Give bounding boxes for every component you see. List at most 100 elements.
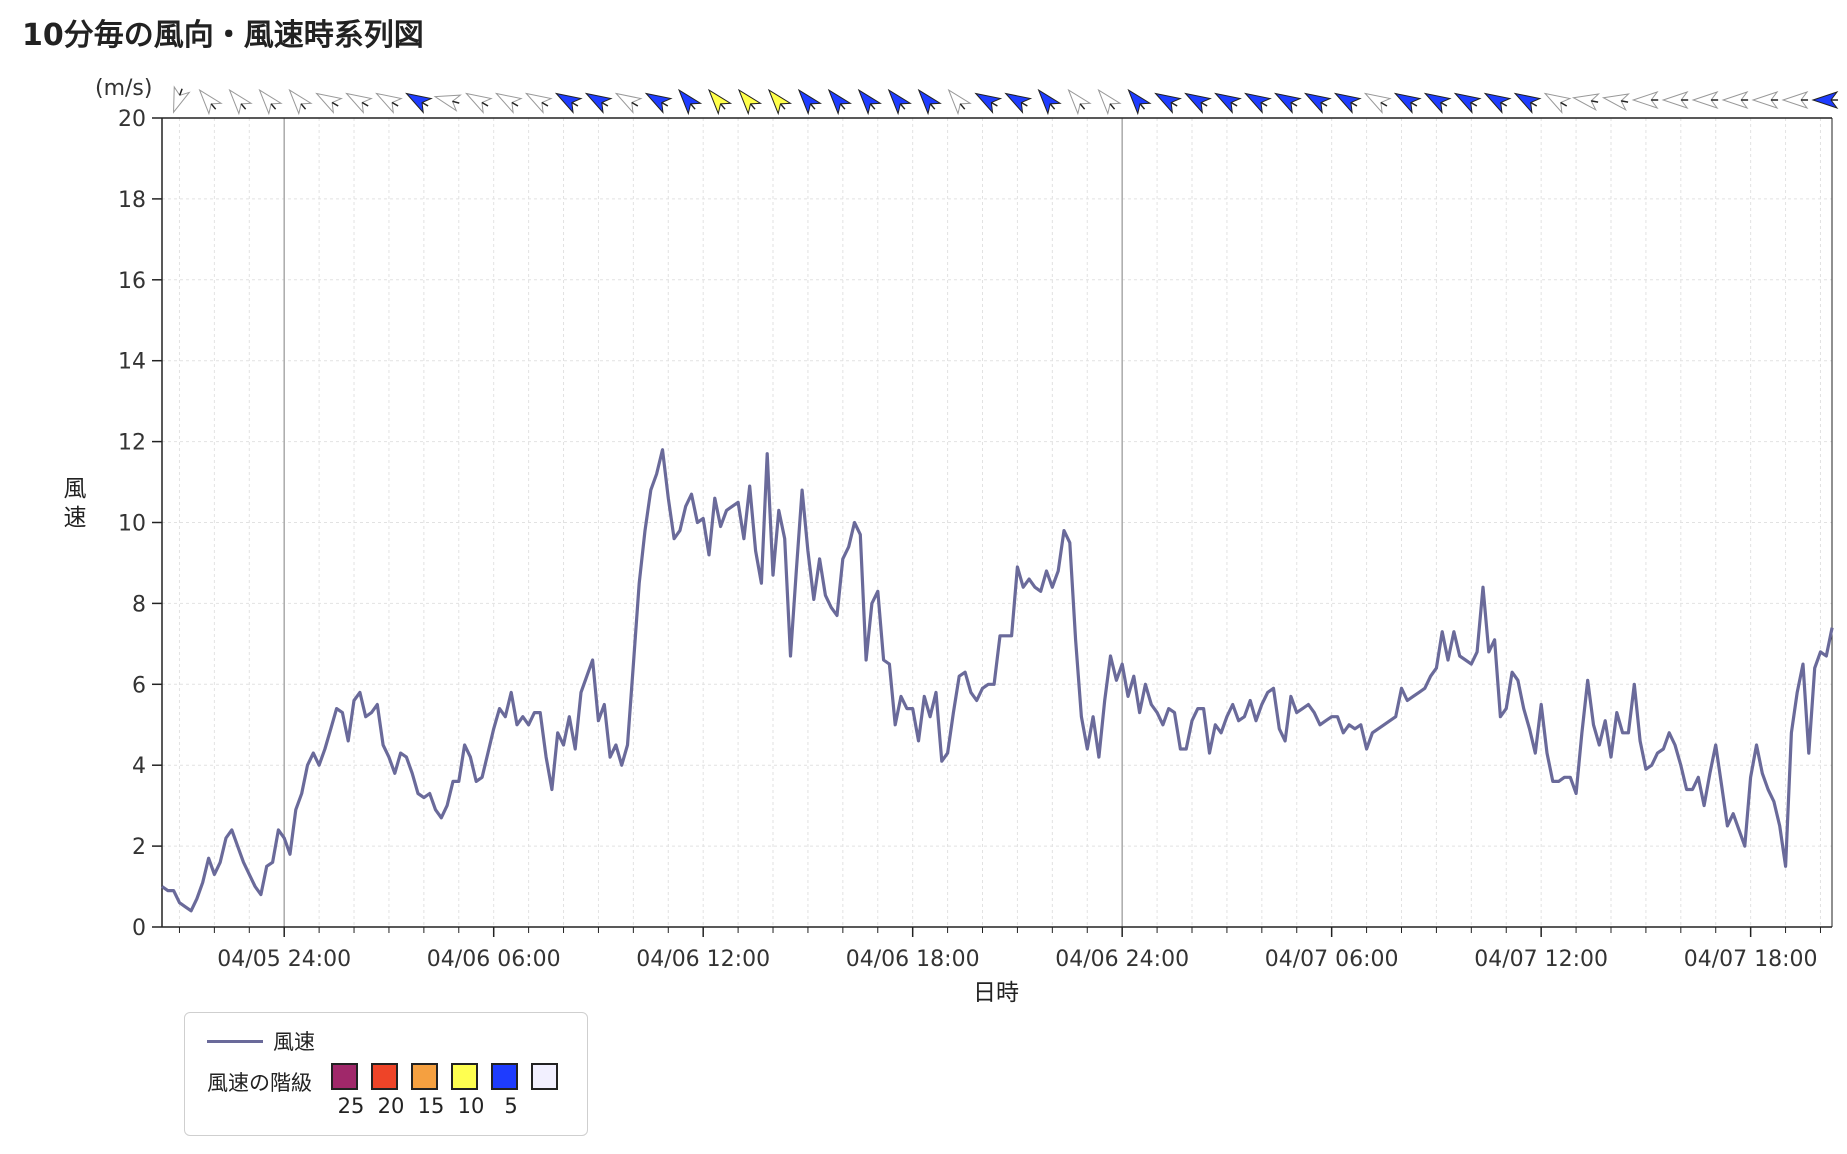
legend-series-row: 風速 — [207, 1027, 315, 1055]
y-tick-label: 4 — [132, 754, 146, 779]
wind-direction-arrow — [1333, 92, 1362, 114]
wind-arrow-shape — [173, 85, 191, 114]
wind-arrow-tail — [1200, 101, 1208, 107]
wind-direction-arrow — [1274, 92, 1302, 114]
x-axis-title: 日時 — [973, 980, 1019, 1006]
wind-arrow-tail — [1470, 101, 1478, 107]
wind-direction-arrow — [1631, 91, 1659, 109]
x-tick-label: 04/05 24:00 — [217, 947, 351, 972]
wind-arrow-shape — [1453, 92, 1482, 114]
wind-arrow-shape — [494, 92, 523, 114]
wind-direction-arrow — [405, 92, 433, 114]
wind-arrow-tail — [1230, 101, 1238, 107]
wind-arrow-tail — [361, 101, 369, 107]
wind-direction-arrow — [1127, 88, 1152, 116]
wind-arrow-shape — [1513, 92, 1542, 114]
legend-class-value: 10 — [457, 1094, 485, 1118]
wind-arrow-tail — [1079, 103, 1086, 110]
wind-direction-arrow — [678, 88, 703, 116]
wind-direction-arrow — [827, 88, 853, 116]
wind-arrow-shape — [1363, 92, 1392, 114]
wind-arrow-shape — [827, 88, 853, 116]
wind-direction-arrow — [917, 88, 942, 116]
wind-arrow-shape — [614, 92, 643, 114]
y-tick-label: 16 — [118, 269, 146, 294]
legend-class-value: 20 — [377, 1094, 405, 1118]
wind-direction-arrow — [614, 92, 643, 114]
legend-class-color — [530, 1063, 558, 1090]
wind-direction-arrow — [375, 92, 403, 114]
wind-arrow-shape — [974, 92, 1003, 114]
wind-direction-arrow — [1067, 88, 1092, 116]
y-tick-label: 0 — [132, 916, 146, 941]
wind-direction-arrow — [1097, 88, 1122, 116]
wind-arrow-shape — [554, 92, 583, 114]
wind-arrow-shape — [1004, 92, 1033, 114]
wind-direction-arrow — [1601, 93, 1630, 111]
wind-arrow-tail — [1109, 103, 1116, 110]
x-tick-label: 04/07 06:00 — [1265, 947, 1399, 972]
wind-direction-arrow — [1811, 91, 1839, 109]
wind-direction-arrow — [1781, 91, 1809, 109]
wind-chart: 0 2 4 6 8 10 12 14 16 18 20 04/05 24:00 04/06 06:00 0… — [64, 76, 1839, 1006]
legend-series-label: 風速 — [273, 1030, 315, 1054]
wind-arrow-tail — [749, 103, 756, 110]
wind-direction-arrow — [1571, 93, 1601, 111]
wind-arrow-tail — [391, 101, 399, 107]
wind-arrow-tail — [1500, 101, 1508, 107]
wind-arrow-shape — [1543, 92, 1572, 114]
legend-class-swatches: 25 20 15 10 5 — [324, 1063, 564, 1118]
wind-arrow-shape — [405, 92, 433, 114]
wind-arrow-tail — [1320, 101, 1328, 107]
wind-arrow-shape — [315, 92, 344, 114]
y-tick-label: 18 — [118, 188, 146, 213]
wind-arrow-shape — [198, 88, 223, 116]
wind-arrow-shape — [433, 94, 462, 112]
wind-arrow-shape — [1423, 92, 1452, 114]
wind-arrow-shape — [1571, 93, 1601, 111]
y-tick-label: 14 — [118, 350, 146, 375]
wind-arrow-shape — [584, 92, 613, 114]
y-tick-label: 20 — [118, 107, 146, 132]
wind-arrow-tail — [1260, 101, 1268, 107]
wind-arrow-shape — [258, 88, 283, 116]
wind-direction-arrow — [1303, 92, 1332, 114]
wind-arrow-shape — [1393, 92, 1422, 114]
x-tick-label: 04/07 12:00 — [1474, 947, 1608, 972]
wind-arrow-shape — [524, 92, 553, 114]
wind-arrow-tail — [1139, 103, 1146, 110]
wind-direction-arrow — [797, 88, 823, 116]
wind-direction-arrow — [345, 92, 373, 114]
x-tick-label: 04/06 06:00 — [427, 947, 561, 972]
y-axis-title-char: 風 — [64, 476, 87, 502]
wind-arrow-shape — [737, 88, 763, 116]
wind-arrow-tail — [990, 101, 998, 107]
wind-direction-arrow — [767, 88, 793, 116]
wind-direction-arrow — [1483, 92, 1512, 114]
wind-arrow-shape — [1303, 92, 1332, 114]
wind-arrow-shape — [465, 92, 493, 114]
wind-arrow-shape — [678, 88, 703, 116]
wind-direction-arrow — [228, 88, 253, 116]
x-tick-label: 04/07 18:00 — [1684, 947, 1818, 972]
wind-direction-arrow — [1184, 92, 1212, 114]
x-tick-label: 04/06 24:00 — [1055, 947, 1189, 972]
wind-direction-arrow — [1004, 92, 1033, 114]
wind-arrow-shape — [228, 88, 253, 116]
y-tick-label: 8 — [132, 592, 146, 617]
legend-class-item: 10 — [444, 1063, 484, 1118]
wind-direction-arrow — [737, 88, 763, 116]
wind-arrow-tail — [809, 103, 816, 110]
wind-arrow-tail — [1380, 101, 1388, 107]
wind-arrow-tail — [1049, 103, 1056, 110]
wind-arrow-shape — [1333, 92, 1362, 114]
y-tick-label: 10 — [118, 512, 146, 537]
wind-direction-arrow — [584, 92, 613, 114]
y-axis-title-char: 速 — [64, 505, 87, 531]
wind-arrow-tail — [899, 103, 906, 110]
wind-direction-arrow — [524, 92, 553, 114]
legend-class-item: 20 — [364, 1063, 404, 1118]
wind-direction-arrow — [315, 92, 344, 114]
wind-direction-arrow — [465, 92, 493, 114]
wind-direction-arrow — [554, 92, 583, 114]
